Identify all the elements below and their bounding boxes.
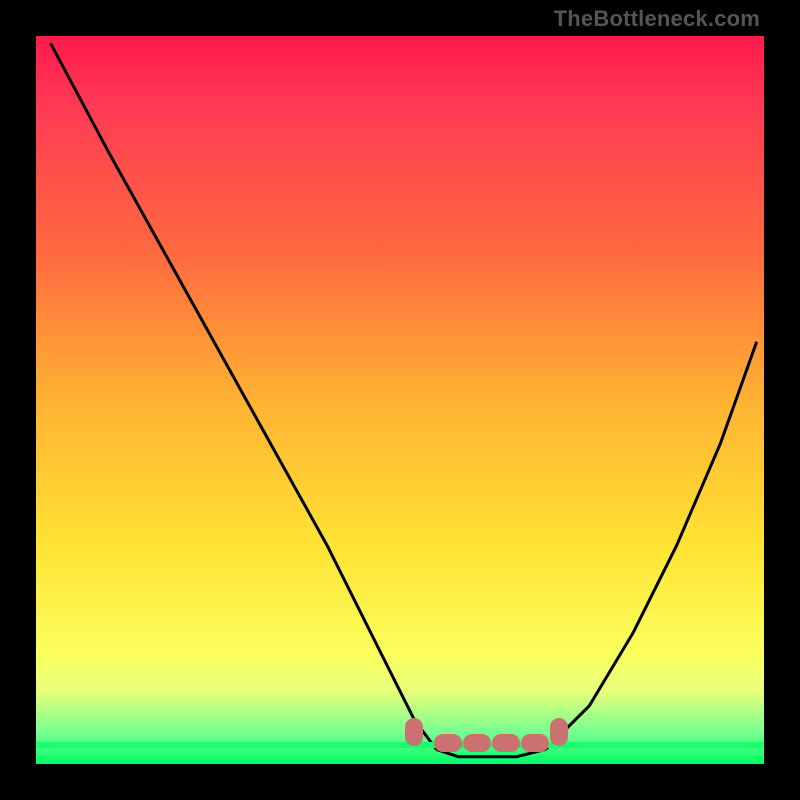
curve-left-branch xyxy=(51,43,437,749)
curve-right-branch xyxy=(546,342,757,750)
baseline-band xyxy=(36,742,764,748)
chart-frame: TheBottleneck.com xyxy=(0,0,800,800)
tick-mark xyxy=(405,718,423,746)
tick-mark xyxy=(463,734,491,752)
tick-mark xyxy=(521,734,549,752)
plot-area xyxy=(36,36,764,764)
attribution-text: TheBottleneck.com xyxy=(554,6,760,32)
tick-mark xyxy=(492,734,520,752)
tick-mark xyxy=(434,734,462,752)
tick-mark xyxy=(550,718,568,746)
bottleneck-curve xyxy=(36,36,764,764)
